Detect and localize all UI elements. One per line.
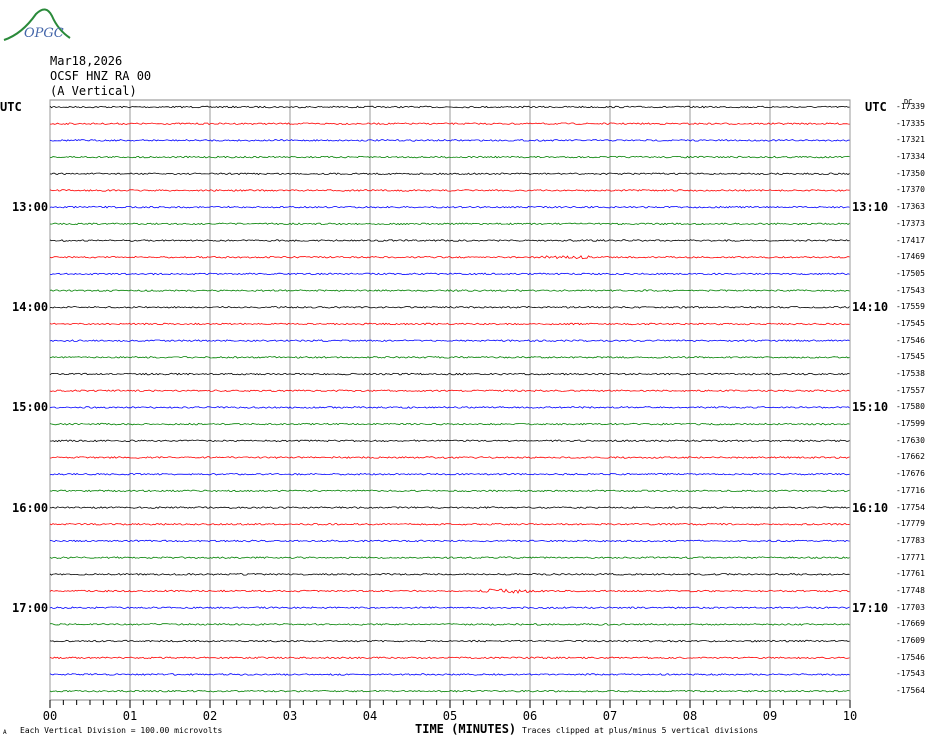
helicorder-plot (49, 99, 851, 708)
right-time-label: 14:10 (852, 300, 889, 315)
trace-offset-label: -17370 (896, 185, 925, 195)
trace-offset-label: -17538 (896, 369, 925, 379)
left-time-label: 14:00 (12, 300, 49, 315)
trace-offset-label: -17609 (896, 636, 925, 646)
trace-offset-label: -17779 (896, 519, 925, 529)
trace-offset-label: -17669 (896, 619, 925, 629)
trace-offset-label: -17559 (896, 302, 925, 312)
trace-offset-label: -17334 (896, 152, 925, 162)
trace-offset-label: -17771 (896, 552, 925, 562)
trace-offset-label: -17630 (896, 435, 925, 445)
x-tick-label: 03 (282, 709, 298, 723)
clip-note: Traces clipped at plus/minus 5 vertical … (522, 726, 759, 735)
right-time-label: 17:10 (852, 600, 889, 615)
x-tick-label: 10 (842, 709, 858, 723)
trace-offset-label: -17335 (896, 118, 925, 128)
right-time-label: UTC (865, 100, 887, 114)
x-tick-label: 08 (682, 709, 698, 723)
scale-note: Each Vertical Division = 100.00 microvol… (20, 726, 223, 735)
x-tick-label: 00 (42, 709, 58, 723)
x-tick-label: 07 (602, 709, 618, 723)
trace-offset-label: -17557 (896, 385, 925, 395)
x-tick-label: 09 (762, 709, 778, 723)
x-tick-label: 06 (522, 709, 538, 723)
corner-mark: A (3, 729, 7, 736)
trace-offset-label: -17321 (896, 135, 925, 145)
right-time-label: 15:10 (852, 400, 889, 415)
right-time-label: 16:10 (852, 500, 889, 515)
trace-offset-label: -17417 (896, 235, 925, 245)
x-tick-label: 04 (362, 709, 378, 723)
trace-offset-label: -17599 (896, 419, 925, 429)
left-time-label: 13:00 (12, 200, 49, 215)
trace-offset-label: -17469 (896, 252, 925, 262)
trace-offset-label: -17373 (896, 218, 925, 228)
trace-offset-label: -17543 (896, 669, 925, 679)
left-time-label: UTC (0, 100, 22, 114)
left-time-label: 15:00 (12, 400, 49, 415)
trace-offset-label: -17783 (896, 535, 925, 545)
trace-offset-label: -17580 (896, 402, 925, 412)
trace-offset-label: -17505 (896, 268, 925, 278)
trace-offset-label: -17545 (896, 352, 925, 362)
left-time-label: 17:00 (12, 600, 49, 615)
trace-offset-label: -17716 (896, 485, 925, 495)
trace-offset-label: -17564 (896, 686, 925, 696)
trace-offset-label: -17543 (896, 285, 925, 295)
trace-offset-label: -17545 (896, 318, 925, 328)
right-time-label: 13:10 (852, 200, 889, 215)
offset-header: DC (904, 98, 913, 106)
trace-offset-label: -17676 (896, 469, 925, 479)
trace-offset-label: -17748 (896, 586, 925, 595)
x-tick-label: 05 (442, 709, 458, 723)
trace-offset-label: -17761 (896, 569, 925, 579)
trace-offset-label: -17363 (896, 202, 925, 212)
left-time-label: 16:00 (12, 500, 49, 515)
x-axis-label: TIME (MINUTES) (415, 722, 517, 736)
trace-offset-label: -17703 (896, 602, 925, 612)
trace-offset-label: -17350 (896, 168, 925, 178)
trace-offset-label: -17546 (896, 335, 925, 345)
x-tick-label: 01 (122, 709, 138, 723)
trace-offset-label: -17754 (896, 502, 925, 512)
trace-offset-label: -17546 (896, 652, 925, 662)
x-tick-label: 02 (202, 709, 218, 723)
trace-offset-label: -17662 (896, 452, 925, 462)
